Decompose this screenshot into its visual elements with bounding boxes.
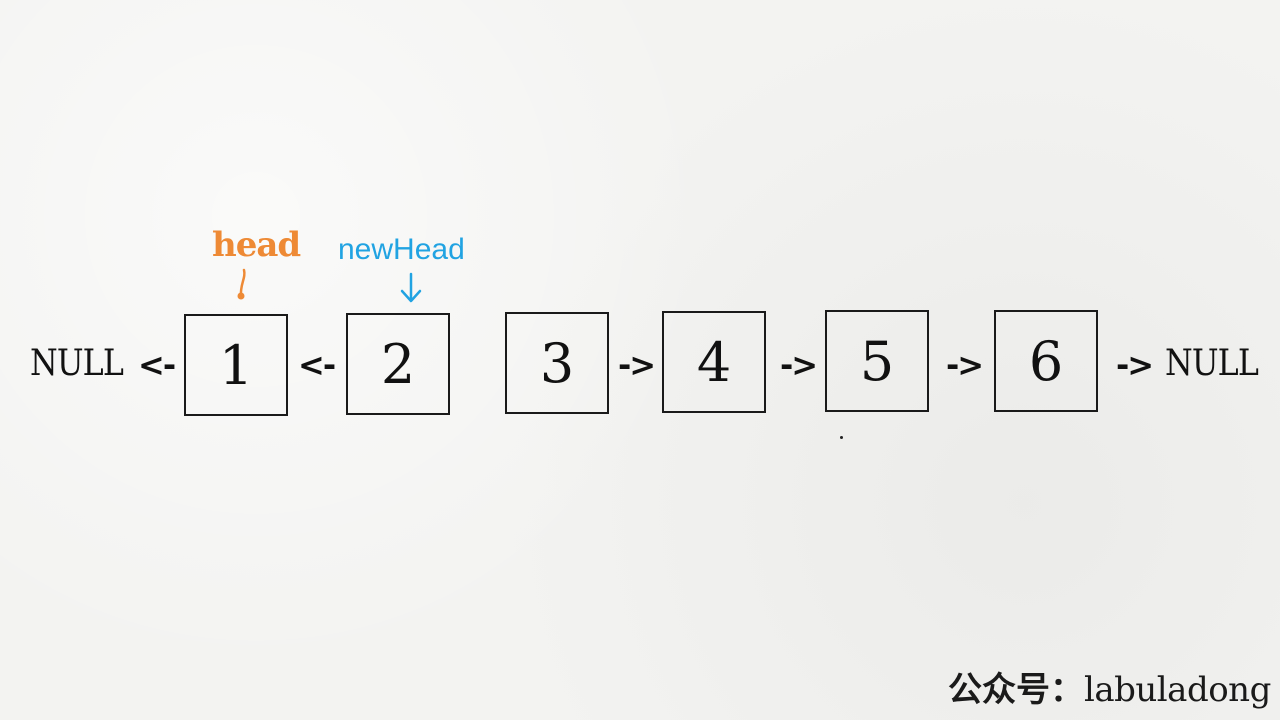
watermark-handle: labuladong	[1084, 670, 1271, 710]
linked-list-diagram: NULL <- 1 <- 2 3 -> 4 -> 5 -> 6 -> NULL …	[0, 0, 1280, 720]
arrow-node-5-to-node-6: ->	[946, 346, 984, 384]
ink-dot	[840, 436, 843, 439]
arrow-null-from-node-1: <-	[138, 346, 176, 384]
node-2: 2	[346, 313, 450, 415]
null-left-label: NULL	[30, 343, 124, 384]
node-2-value: 2	[380, 332, 416, 396]
arrow-node-4-to-node-5: ->	[780, 346, 818, 384]
arrow-node-6-to-null: ->	[1116, 346, 1154, 384]
arrow-node-1-from-node-2: <-	[298, 346, 336, 384]
node-6-value: 6	[1028, 329, 1064, 393]
arrow-node-3-to-node-4: ->	[618, 346, 656, 384]
node-4: 4	[662, 311, 766, 413]
node-5: 5	[825, 310, 929, 412]
node-4-value: 4	[696, 330, 732, 394]
node-3: 3	[505, 312, 609, 414]
null-right-label: NULL	[1165, 343, 1259, 384]
head-pointer-label: head	[212, 225, 301, 265]
watermark: 公众号：labuladong	[948, 662, 1271, 711]
newhead-pointer-label: newHead	[338, 233, 465, 266]
newhead-pointer-arrow-icon	[400, 272, 422, 303]
node-3-value: 3	[539, 331, 575, 395]
watermark-prefix: 公众号：	[948, 670, 1084, 710]
node-1: 1	[184, 314, 288, 416]
node-1-value: 1	[218, 333, 254, 397]
head-pointer-arrow-icon	[237, 268, 246, 300]
node-6: 6	[994, 310, 1098, 412]
node-5-value: 5	[859, 329, 895, 393]
